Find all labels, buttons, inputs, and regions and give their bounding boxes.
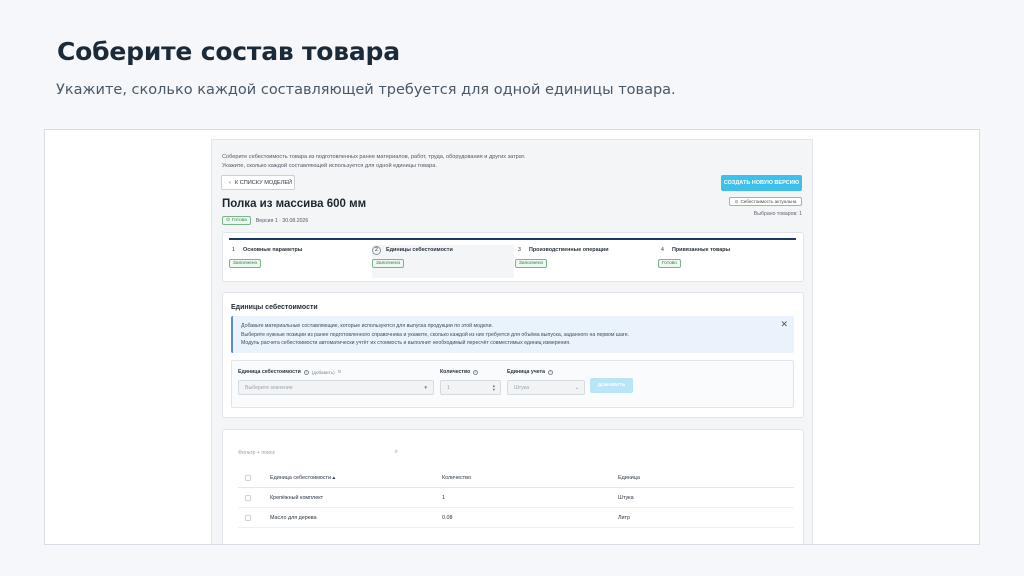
info-icon: i [473, 369, 479, 375]
measure-select-value: Штука [514, 384, 530, 391]
table-row[interactable]: Крепёжный комплект 1 Штука [238, 488, 794, 508]
steps-progress-bar [229, 238, 796, 240]
info-banner: Добавьте материальные составляющие, кото… [231, 316, 794, 353]
select-all-checkbox[interactable] [245, 474, 251, 481]
row-checkbox[interactable] [245, 494, 251, 501]
slide-subtitle: Укажите, сколько каждой составляющей тре… [56, 82, 676, 98]
filter-search-input[interactable]: Фильтр + поиск ⌕ [238, 449, 398, 460]
cost-actual-badge: ⊙ Себестоимость актуальна [729, 197, 802, 206]
quantity-stepper[interactable]: 1 ▴ ▾ [440, 380, 501, 395]
step-status-tag: Готово [658, 259, 681, 268]
cell-unit: Масло для дерева [270, 514, 317, 521]
step-status-tag: Заполнено [372, 259, 405, 268]
cell-qty: 1 [442, 494, 445, 501]
step-number: 3 [518, 247, 521, 253]
step-production-ops[interactable]: 3 Производственные операции Заполнено [515, 245, 657, 278]
slide-title: Соберите состав товара [57, 37, 400, 66]
info-line: Добавьте материальные составляющие, кото… [241, 323, 493, 329]
create-version-button[interactable]: СОЗДАТЬ НОВУЮ ВЕРСИЮ [721, 175, 802, 191]
filter-placeholder: Фильтр + поиск [238, 450, 275, 456]
step-linked-products[interactable]: 4 Привязанные товары Готово [658, 245, 800, 278]
status-row: ⊙ Готова Версия 1 · 30.08.2026 [222, 216, 308, 225]
info-line: Выберите нужные позиции из ранее подгото… [241, 331, 630, 338]
table-header: Единица себестоимости ▴ Количество Едини… [238, 468, 794, 488]
caret-down-icon: ▼ [423, 385, 428, 390]
column-header-label: Единица себестоимости [270, 474, 331, 481]
step-number: 2 [372, 245, 381, 255]
model-title: Полка из массива 600 мм [222, 198, 367, 210]
cell-qty: 0.08 [442, 514, 453, 521]
info-icon: i [547, 369, 553, 375]
add-unit-link[interactable]: (добавить) [312, 370, 335, 375]
column-header-qty[interactable]: Количество [442, 475, 471, 481]
qty-label-text: Количество [440, 369, 471, 375]
version-info: Версия 1 · 30.08.2026 [255, 217, 309, 224]
intro-line: Укажите, сколько каждой составляющей исп… [222, 163, 437, 169]
status-badge-label: Готова [232, 218, 247, 223]
column-header-measure[interactable]: Единица [618, 475, 640, 481]
status-badge: ⊙ Готова [222, 216, 251, 225]
cell-unit: Крепёжный комплект [270, 494, 324, 501]
info-icon: i [303, 369, 309, 375]
back-to-models-button[interactable]: ‹ К СПИСКУ МОДЕЛЕЙ [221, 175, 295, 190]
cell-measure: Штука [618, 494, 634, 501]
refresh-icon[interactable]: ↻ [338, 369, 342, 375]
info-line: Модуль расчета себестоимости автоматичес… [241, 340, 571, 347]
cost-actual-label: Себестоимость актуальна [740, 199, 797, 204]
selected-count: Выбрано товаров: 1 [753, 211, 802, 217]
add-unit-form: Единица себестоимости i (добавить) ↻ Выб… [231, 360, 794, 408]
check-circle-icon: ⊙ [734, 198, 739, 204]
column-header-unit[interactable]: Единица себестоимости ▴ [270, 475, 335, 481]
check-circle-icon: ⊙ [226, 218, 231, 223]
intro-line: Соберите себестоимость товара из подгото… [222, 154, 526, 160]
step-status-tag: Заполнено [515, 259, 548, 268]
steps-card: 1 Основные параметры Заполнено 2 Единицы с… [222, 232, 804, 282]
step-number: 4 [661, 247, 664, 253]
cost-units-table-card: Фильтр + поиск ⌕ Единица себестоимости ▴… [222, 429, 804, 544]
screenshot-frame: Соберите себестоимость товара из подгото… [44, 129, 980, 545]
step-label: Производственные операции [529, 247, 609, 253]
step-label: Единицы себестоимости [386, 247, 453, 253]
close-icon[interactable]: ✕ [780, 320, 788, 329]
add-button[interactable]: ДОБАВИТЬ [590, 378, 633, 393]
step-status-tag: Заполнено [229, 259, 262, 268]
qty-field-label: Количество i [440, 369, 479, 375]
table-row[interactable]: Масло для дерева 0.08 Литр [238, 508, 794, 528]
back-button-label: К СПИСКУ МОДЕЛЕЙ [234, 179, 293, 186]
measure-select[interactable]: Штука ⌄ [507, 380, 585, 395]
step-label: Основные параметры [243, 247, 303, 253]
unit-select[interactable]: Выберите значение ▼ [238, 380, 434, 395]
chevron-left-icon: ‹ [229, 179, 231, 186]
search-icon: ⌕ [394, 449, 398, 455]
row-checkbox[interactable] [245, 514, 251, 521]
cell-measure: Литр [618, 514, 631, 521]
cost-units-card: Единицы себестоимости Добавьте материаль… [222, 292, 804, 418]
chevron-down-icon: ⌄ [575, 384, 579, 390]
sort-asc-icon: ▴ [332, 474, 336, 481]
section-title: Единицы себестоимости [231, 304, 318, 311]
step-basic-params[interactable]: 1 Основные параметры Заполнено [229, 245, 371, 278]
unit-field-label: Единица себестоимости i (добавить) ↻ [238, 369, 342, 375]
intro-text: Соберите себестоимость товара из подгото… [222, 153, 525, 171]
stepper-arrows-icon[interactable]: ▴ ▾ [493, 383, 495, 392]
step-label: Привязанные товары [672, 247, 731, 253]
step-number: 1 [232, 247, 235, 253]
app-window: Соберите себестоимость товара из подгото… [211, 139, 813, 544]
quantity-value: 1 [447, 384, 450, 391]
measure-label-text: Единица учета [507, 369, 545, 375]
unit-label-text: Единица себестоимости [238, 369, 301, 375]
measure-field-label: Единица учета i [507, 369, 553, 375]
step-cost-units[interactable]: 2 Единицы себестоимости Заполнено [372, 245, 514, 278]
unit-select-placeholder: Выберите значение [245, 384, 293, 391]
